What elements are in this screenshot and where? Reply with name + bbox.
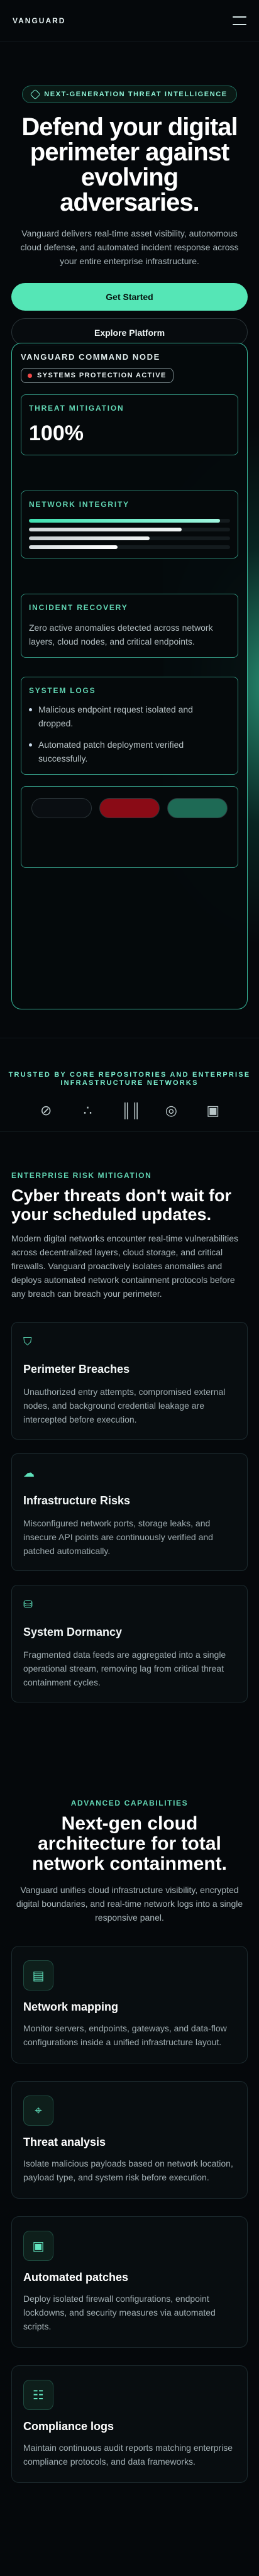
integrity-bar-fill bbox=[29, 519, 220, 523]
page: VANGUARD NEXT-GENERATION THREAT INTELLIG… bbox=[0, 0, 259, 2576]
indicator-pill bbox=[99, 798, 160, 818]
indicator-pill bbox=[167, 798, 228, 818]
system-logs-label: SYSTEM LOGS bbox=[29, 686, 96, 695]
status-dot-icon bbox=[28, 373, 32, 378]
incident-recovery-label: INCIDENT RECOVERY bbox=[29, 603, 128, 612]
feature-text: Isolate malicious payloads based on netw… bbox=[23, 2158, 233, 2182]
feature-card: ⌖ Threat analysis Isolate malicious payl… bbox=[11, 2081, 248, 2199]
brand-logo[interactable]: VANGUARD bbox=[13, 16, 65, 25]
capabilities-body: Vanguard unifies cloud infrastructure vi… bbox=[16, 1885, 243, 1923]
threat-mitigation-panel: THREAT MITIGATION 100% bbox=[21, 394, 238, 455]
feature-text: Monitor servers, endpoints, gateways, an… bbox=[23, 2023, 227, 2047]
risk-card-text: Misconfigured network ports, storage lea… bbox=[23, 1518, 213, 1556]
feature-title: Threat analysis bbox=[23, 2136, 106, 2148]
integrity-bar-fill bbox=[29, 545, 118, 549]
top-nav: VANGUARD bbox=[0, 0, 259, 42]
log-text: Malicious endpoint request isolated and … bbox=[38, 704, 193, 728]
trust-heading: TRUSTED BY CORE REPOSITORIES AND ENTERPR… bbox=[8, 1071, 251, 1087]
document-icon: ☷ bbox=[23, 2380, 53, 2410]
network-nodes-icon: ∴ bbox=[83, 1102, 92, 1118]
integrity-bar bbox=[29, 545, 230, 549]
get-started-button[interactable]: Get Started bbox=[11, 283, 248, 311]
feature-card: ▣ Automated patches Deploy isolated fire… bbox=[11, 2216, 248, 2348]
scan-icon: ⌖ bbox=[23, 2096, 53, 2126]
capabilities-eyebrow: ADVANCED CAPABILITIES bbox=[70, 1799, 189, 1807]
risk-card-title: Infrastructure Risks bbox=[23, 1494, 131, 1507]
system-logs-panel: SYSTEM LOGS Malicious endpoint request i… bbox=[21, 677, 238, 775]
feature-title: Automated patches bbox=[23, 2271, 129, 2284]
status-badge: SYSTEMS PROTECTION ACTIVE bbox=[21, 368, 174, 383]
explore-platform-button[interactable]: Explore Platform bbox=[11, 318, 248, 346]
integrity-bar bbox=[29, 528, 230, 531]
network-integrity-panel: NETWORK INTEGRITY bbox=[21, 491, 238, 558]
risk-body: Modern digital networks encounter real-t… bbox=[11, 1233, 239, 1299]
risk-card-title: Perimeter Breaches bbox=[23, 1363, 130, 1375]
integrity-bar-fill bbox=[29, 528, 182, 531]
feature-title: Network mapping bbox=[23, 2001, 119, 2013]
shield-slash-icon: ⊘ bbox=[40, 1102, 52, 1118]
status-label: SYSTEMS PROTECTION ACTIVE bbox=[37, 372, 167, 379]
partner-logos: ⊘ ∴ ║║ ◎ ▣ bbox=[0, 1102, 259, 1119]
integrity-bar bbox=[29, 519, 230, 523]
menu-icon[interactable] bbox=[233, 16, 246, 25]
bullet-icon bbox=[29, 743, 32, 747]
incident-recovery-panel: INCIDENT RECOVERY Zero active anomalies … bbox=[21, 594, 238, 658]
barcode-icon: ║║ bbox=[121, 1102, 141, 1118]
database-icon: ⛁ bbox=[23, 1598, 33, 1611]
hero-badge: NEXT-GENERATION THREAT INTELLIGENCE bbox=[22, 86, 237, 103]
shield-icon: ⛉ bbox=[23, 1335, 32, 1348]
risk-card: ⛁ System Dormancy Fragmented data feeds … bbox=[11, 1585, 248, 1702]
command-node-title: VANGUARD COMMAND NODE bbox=[21, 352, 160, 362]
risk-card: ⛉ Perimeter Breaches Unauthorized entry … bbox=[11, 1322, 248, 1440]
hero-title: Defend your digital perimeter against ev… bbox=[21, 113, 238, 216]
hero-badge-label: NEXT-GENERATION THREAT INTELLIGENCE bbox=[44, 91, 228, 98]
bullet-icon bbox=[29, 708, 32, 711]
log-text: Automated patch deployment verified succ… bbox=[38, 740, 184, 763]
feature-card: ▤ Network mapping Monitor servers, endpo… bbox=[11, 1946, 248, 2063]
trust-strip: TRUSTED BY CORE REPOSITORIES AND ENTERPR… bbox=[0, 1038, 259, 1132]
terminal-icon: ▣ bbox=[23, 2231, 53, 2261]
chip-icon: ▣ bbox=[206, 1102, 220, 1118]
shield-icon bbox=[30, 89, 41, 100]
target-icon: ◎ bbox=[165, 1102, 177, 1118]
risk-card-text: Unauthorized entry attempts, compromised… bbox=[23, 1387, 226, 1424]
risk-title: Cyber threats don't wait for your schedu… bbox=[11, 1186, 231, 1224]
indicator-row bbox=[21, 787, 238, 830]
integrity-bars bbox=[29, 519, 230, 549]
risk-mitigation-section: ENTERPRISE RISK MITIGATION Cyber threats… bbox=[11, 1171, 248, 1702]
chart-icon: ▤ bbox=[23, 1960, 53, 1990]
risk-eyebrow: ENTERPRISE RISK MITIGATION bbox=[11, 1171, 152, 1180]
capabilities-title: Next-gen cloud architecture for total ne… bbox=[31, 1813, 228, 1874]
indicator-pill bbox=[31, 798, 92, 818]
threat-mitigation-label: THREAT MITIGATION bbox=[29, 404, 124, 413]
feature-text: Maintain continuous audit reports matchi… bbox=[23, 2443, 233, 2467]
command-node-card: VANGUARD COMMAND NODE SYSTEMS PROTECTION… bbox=[11, 343, 248, 1009]
incident-recovery-text: Zero active anomalies detected across ne… bbox=[29, 623, 213, 647]
hero-lead: Vanguard delivers real-time asset visibi… bbox=[20, 228, 239, 266]
risk-card-title: System Dormancy bbox=[23, 1626, 123, 1638]
threat-mitigation-value: 100% bbox=[29, 421, 84, 445]
log-item: Malicious endpoint request isolated and … bbox=[29, 702, 230, 730]
feature-text: Deploy isolated firewall configurations,… bbox=[23, 2294, 216, 2331]
risk-card: ☁ Infrastructure Risks Misconfigured net… bbox=[11, 1453, 248, 1571]
log-item: Automated patch deployment verified succ… bbox=[29, 738, 230, 765]
capabilities-section: ADVANCED CAPABILITIES Next-gen cloud arc… bbox=[11, 1799, 248, 2483]
integrity-bar bbox=[29, 536, 230, 540]
hero: NEXT-GENERATION THREAT INTELLIGENCE Defe… bbox=[0, 42, 259, 346]
network-integrity-label: NETWORK INTEGRITY bbox=[29, 500, 130, 509]
integrity-bar-fill bbox=[29, 536, 150, 540]
feature-card: ☷ Compliance logs Maintain continuous au… bbox=[11, 2365, 248, 2483]
cloud-icon: ☁ bbox=[23, 1467, 35, 1479]
indicator-panel bbox=[21, 786, 238, 868]
feature-title: Compliance logs bbox=[23, 2420, 114, 2433]
risk-card-text: Fragmented data feeds are aggregated int… bbox=[23, 1650, 226, 1687]
